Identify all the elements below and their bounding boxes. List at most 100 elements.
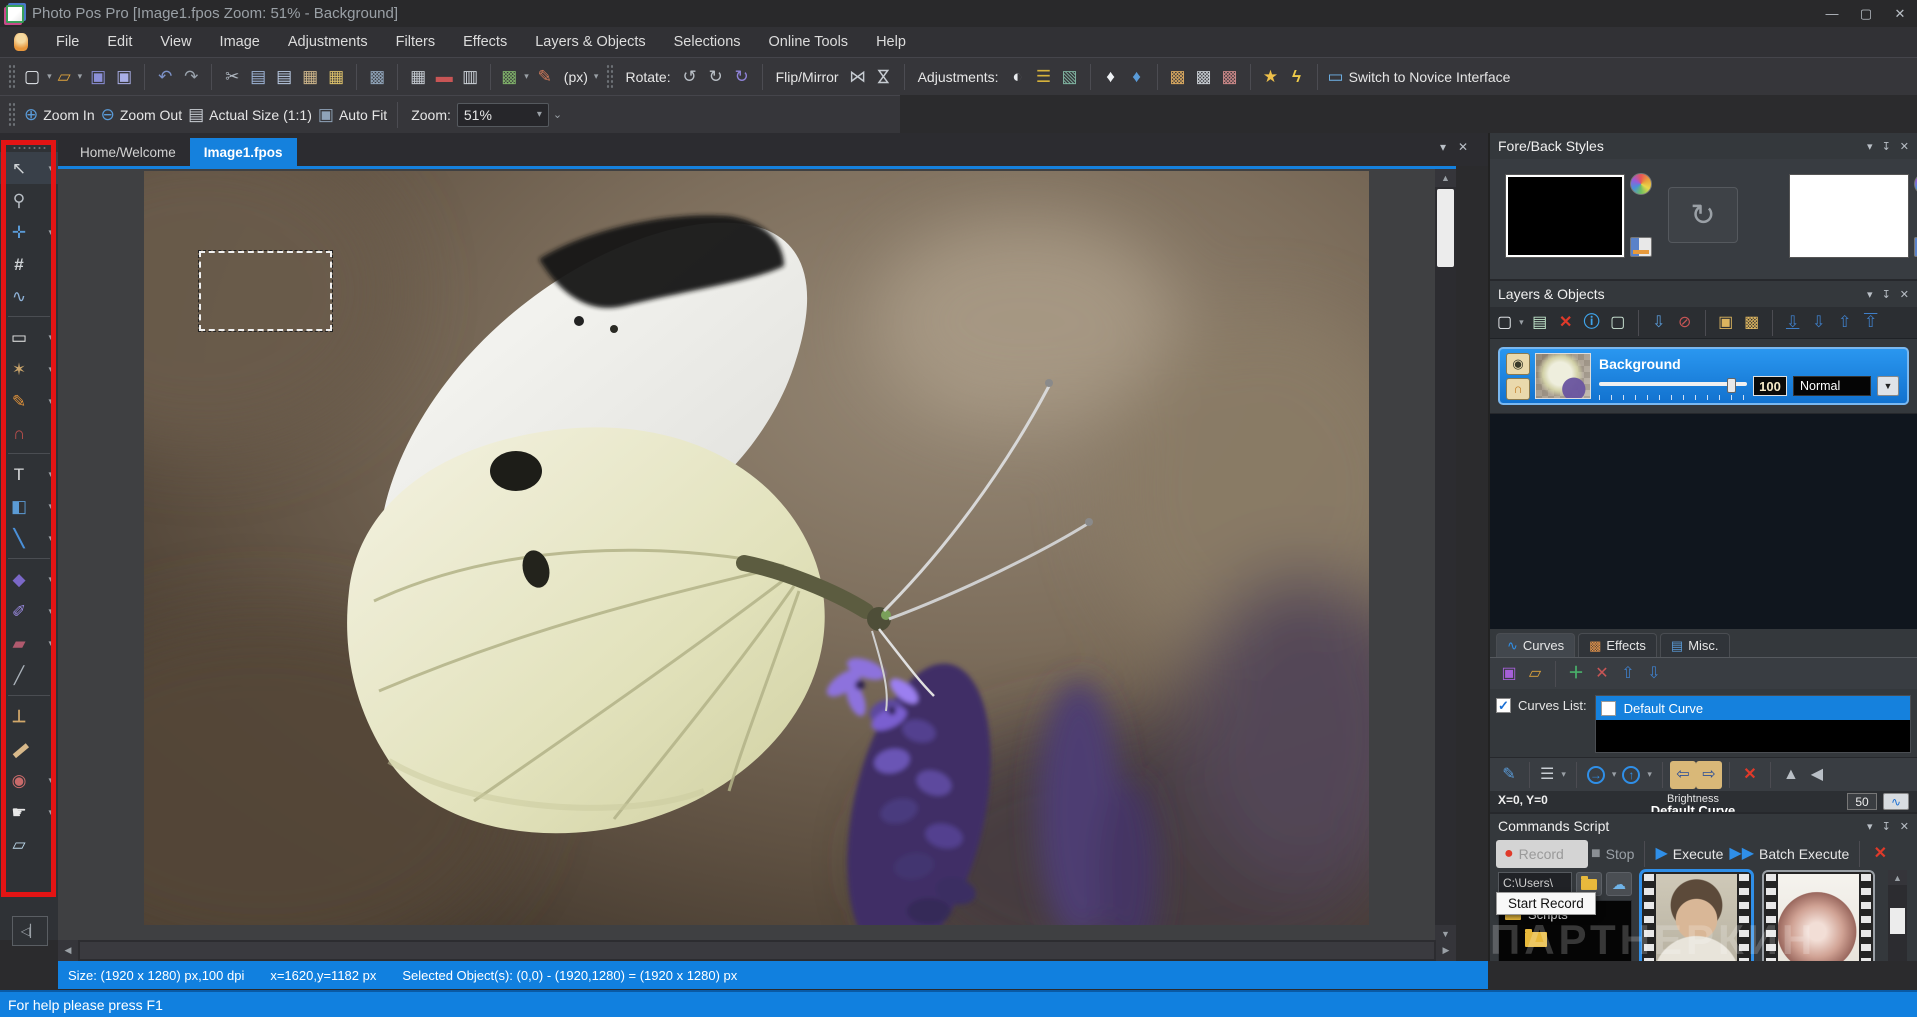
eraser-tool-dropdown-icon[interactable]: ▾ [48,638,53,649]
edit-curve-icon[interactable]: ✎ [1496,761,1522,789]
cloud-scripts-icon[interactable]: ☁ [1606,872,1632,896]
layer-lock-icon[interactable]: ∩ [1506,378,1530,400]
palette-collapse-button[interactable]: ◁▏ [12,916,48,946]
execute-button[interactable]: ▶Execute [1652,840,1726,868]
swap-colors-button[interactable]: ↻ [1668,187,1738,243]
color-picker-tool[interactable]: ╱ [0,659,58,691]
opacity-value[interactable]: 100 [1753,376,1787,396]
apply-forward-icon[interactable]: →▾ [1584,761,1620,789]
unit-select[interactable]: (px)▾ [564,69,599,85]
smudge-tool[interactable]: ☛▾ [0,796,58,828]
sharpen-drop-icon[interactable]: ♦ [1098,63,1124,91]
panel-close-icon[interactable]: ✕ [1900,140,1909,153]
merge-layer-icon[interactable]: ⇩ [1646,309,1672,337]
panel-menu-icon[interactable]: ▾ [1867,820,1873,833]
save-all-icon[interactable]: ▣ [111,63,137,91]
eraser-tool[interactable]: ▰▾ [0,627,58,659]
layer-row-background[interactable]: ◉ ∩ Background 100 Normal ▼ [1498,347,1909,405]
move-tool[interactable]: ✛▾ [0,216,58,248]
zoom-tool[interactable]: ⚲ [0,184,58,216]
tab-close-icon[interactable]: ✕ [1458,140,1468,154]
script-thumbnail-orb[interactable] [1762,870,1875,961]
flip-horizontal-icon[interactable]: ⋈ [845,63,871,91]
menu-edit[interactable]: Edit [93,27,146,57]
curve-up-icon[interactable]: ⇧ [1615,660,1641,688]
insert-image-icon-dropdown-icon[interactable]: ▾ [524,71,529,82]
curve-presets-icon-dropdown-icon[interactable]: ▾ [1561,769,1566,780]
insert-image-icon[interactable]: ▩▾ [498,63,532,91]
fore-color-wheel-icon[interactable] [1630,173,1652,195]
scripts-scrollbar[interactable]: ▲ ▼ [1888,870,1907,961]
tab-misc[interactable]: ▤Misc. [1660,633,1730,657]
save-icon[interactable]: ▣ [85,63,111,91]
script-path-select[interactable]: C:\Users\ [1498,872,1572,894]
drag-grip[interactable] [8,102,15,128]
scripts-sub-folder[interactable] [1525,932,1625,947]
zoom-select-dropdown-icon[interactable]: ▾ [537,109,542,120]
sponge-tool[interactable]: ▱ [0,828,58,860]
minimize-button[interactable]: — [1815,0,1849,27]
measure-icon[interactable]: ✎ [532,63,558,91]
zoom-in-button[interactable]: ⊕Zoom In [21,101,98,129]
curve-amount-value[interactable]: 50 [1847,793,1877,810]
stop-button[interactable]: ■Stop [1588,840,1637,868]
background-color-swatch[interactable] [1790,175,1908,257]
select-tool[interactable]: ↖▾ [0,152,58,184]
move-top-icon[interactable]: ⇧ [1858,309,1884,337]
clear-script-icon[interactable]: ✕ [1867,840,1893,868]
tab-effects[interactable]: ▩Effects [1578,633,1657,657]
menu-image[interactable]: Image [206,27,274,57]
zoom-out-button[interactable]: ⊖Zoom Out [98,101,186,129]
scroll-right-icon[interactable]: ▶ [1436,940,1456,961]
favorites-icon[interactable]: ★ [1258,63,1284,91]
smudge-tool-dropdown-icon[interactable]: ▾ [48,807,53,818]
nudge-left-icon[interactable]: ⇦ [1670,761,1696,789]
text-tool-dropdown-icon[interactable]: ▾ [48,469,53,480]
remove-point-icon[interactable]: ✕ [1737,761,1763,789]
zoom-grip-icon[interactable]: ⌄ [553,108,562,121]
magic-wand-tool-dropdown-icon[interactable]: ▾ [48,364,53,375]
vertical-scrollbar[interactable]: ▲ ▼ [1435,169,1456,940]
open-file-icon[interactable]: ▱▾ [55,63,86,91]
crop-tool[interactable]: # [0,248,58,280]
switch-novice-button[interactable]: ▭Switch to Novice Interface [1325,63,1514,91]
blend-mode-select[interactable]: Normal [1793,376,1871,396]
layer-visibility-icon[interactable]: ◉ [1506,353,1530,375]
paste-icon[interactable]: ▦ [297,63,323,91]
curve-list-item[interactable]: Default Curve [1596,696,1910,720]
close-button[interactable]: ✕ [1883,0,1917,27]
scripts-scroll-thumb[interactable] [1890,908,1905,934]
copy-special-icon[interactable]: ▤ [271,63,297,91]
drag-grip[interactable] [606,64,613,90]
new-layer-icon-dropdown-icon[interactable]: ▾ [1519,317,1524,328]
move-down-icon[interactable]: ⇩ [1806,309,1832,337]
menu-filters[interactable]: Filters [382,27,449,57]
clone-stamp-tool[interactable]: ⊥ [0,700,58,732]
apply-forward-icon-dropdown-icon[interactable]: ▾ [1612,769,1617,780]
curve-presets-icon[interactable]: ☰▾ [1537,761,1569,789]
rect-select-tool[interactable]: ▭▾ [0,321,58,353]
paste-as-layer-icon[interactable]: ▢ [1605,309,1631,337]
unit-select-dropdown-icon[interactable]: ▾ [594,71,599,82]
selection-marquee[interactable] [199,251,332,331]
panel-menu-icon[interactable]: ▾ [1867,140,1873,153]
horizontal-scroll-thumb[interactable] [80,942,1434,959]
fore-gradient-icon[interactable] [1630,237,1652,257]
invert-curve-icon[interactable]: ◀ [1804,761,1830,789]
line-tool-dropdown-icon[interactable]: ▾ [48,533,53,544]
line-tool[interactable]: ╲▾ [0,522,58,554]
photo-enhance-icon[interactable]: ▩ [1165,63,1191,91]
curves-list-checkbox[interactable]: ✓ [1496,698,1511,713]
export-image-icon[interactable]: ▩ [364,63,390,91]
panel-pin-icon[interactable]: ↧ [1882,820,1891,833]
blend-mode-dropdown-icon[interactable]: ▼ [1877,376,1899,396]
fill-tool[interactable]: ◆▾ [0,563,58,595]
node-edit-tool[interactable]: ∿ [0,280,58,312]
lasso-pen-tool-dropdown-icon[interactable]: ▾ [48,396,53,407]
panel-close-icon[interactable]: ✕ [1900,288,1909,301]
lasso-pen-tool[interactable]: ✎▾ [0,385,58,417]
cut-icon[interactable]: ✂ [219,63,245,91]
panel-pin-icon[interactable]: ↧ [1882,140,1891,153]
red-eye-tool-dropdown-icon[interactable]: ▾ [48,775,53,786]
photo-collage-icon[interactable]: ▩ [1217,63,1243,91]
